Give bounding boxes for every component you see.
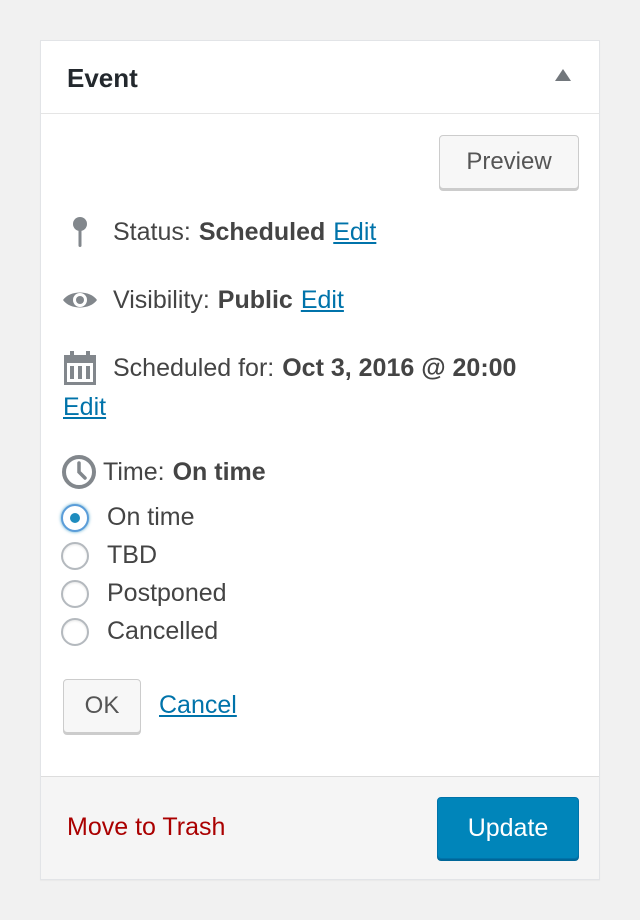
radio-label: On time (107, 503, 195, 531)
radio-option[interactable]: Postponed (61, 579, 227, 608)
radio-label: Cancelled (107, 617, 219, 645)
panel-title: Event (67, 63, 138, 93)
radio-label: TBD (107, 541, 157, 569)
radio-cancelled[interactable] (61, 617, 89, 646)
event-panel: Event Preview Status: Scheduled Edit Vis… (40, 40, 600, 880)
radio-option[interactable]: Cancelled (61, 617, 218, 646)
update-button[interactable]: Update (437, 797, 579, 859)
calendar-icon (61, 349, 99, 387)
radio-option[interactable]: TBD (61, 541, 157, 570)
status-value: Scheduled (198, 217, 326, 246)
time-label: Time: (103, 457, 165, 486)
radio-on-time[interactable] (61, 503, 89, 532)
eye-icon (61, 281, 99, 319)
preview-button[interactable]: Preview (439, 135, 579, 189)
visibility-value: Public (217, 285, 293, 314)
status-row: Status: Scheduled Edit (61, 213, 376, 251)
visibility-row: Visibility: Public Edit (61, 281, 344, 319)
status-label: Status: (113, 217, 191, 246)
ok-button[interactable]: OK (63, 679, 141, 733)
scheduled-row: Scheduled for: Oct 3, 2016 @ 20:00 (61, 349, 516, 387)
scheduled-edit-link[interactable]: Edit (63, 393, 106, 422)
panel-footer: Move to Trash Update (41, 776, 599, 879)
collapse-arrow-icon[interactable] (555, 69, 571, 81)
radio-option[interactable]: On time (61, 503, 195, 532)
scheduled-label: Scheduled for: (113, 353, 275, 382)
time-value: On time (172, 457, 266, 486)
panel-header: Event (41, 41, 599, 114)
status-edit-link[interactable]: Edit (333, 218, 376, 247)
radio-label: Postponed (107, 579, 227, 607)
radio-tbd[interactable] (61, 541, 89, 570)
time-row: Time: On time (61, 453, 266, 491)
radio-postponed[interactable] (61, 579, 89, 608)
cancel-link[interactable]: Cancel (159, 691, 237, 720)
pin-icon (61, 213, 99, 251)
clock-icon (61, 453, 97, 491)
visibility-label: Visibility: (113, 285, 210, 314)
move-to-trash-link[interactable]: Move to Trash (67, 813, 225, 842)
scheduled-value: Oct 3, 2016 @ 20:00 (282, 353, 517, 382)
visibility-edit-link[interactable]: Edit (301, 286, 344, 315)
